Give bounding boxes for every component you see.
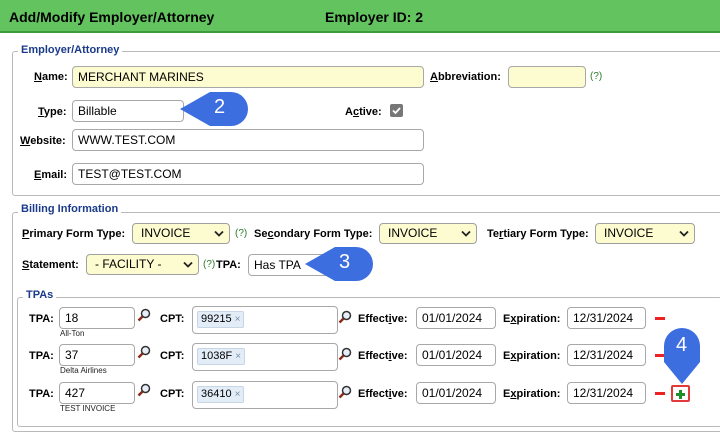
- title-bar: Add/Modify Employer/Attorney Employer ID…: [0, 0, 720, 33]
- cpt-chip: 36410 ×: [197, 386, 245, 403]
- chip-remove-icon[interactable]: ×: [235, 351, 241, 362]
- tpa-row-name: Delta Airlines: [60, 366, 107, 375]
- statement-help-icon[interactable]: (?): [203, 259, 215, 270]
- tertiary-form-type-value: INVOICE: [604, 226, 654, 240]
- primary-help-icon[interactable]: (?): [235, 228, 247, 239]
- active-checkbox[interactable]: [390, 104, 403, 117]
- expiration-field[interactable]: 12/31/2024: [567, 344, 646, 366]
- primary-form-type-value: INVOICE: [141, 226, 191, 240]
- billing-legend: Billing Information: [18, 203, 122, 215]
- tpas-legend: TPAs: [23, 289, 57, 301]
- magnifier-icon[interactable]: [338, 347, 352, 361]
- chip-remove-icon[interactable]: ×: [235, 314, 241, 325]
- tpa-row-name: TEST INVOICE: [60, 404, 116, 413]
- annotation-number-3: 3: [339, 251, 351, 273]
- expiration-field[interactable]: 12/31/2024: [567, 382, 646, 404]
- employer-id: Employer ID: 2: [325, 9, 424, 25]
- secondary-form-type-value: INVOICE: [388, 226, 438, 240]
- tpa-row-field[interactable]: 18: [59, 307, 135, 329]
- cpt-row-label: CPT:: [160, 350, 185, 362]
- type-field[interactable]: Billable: [72, 100, 184, 122]
- cpt-chip-label: 36410: [201, 388, 232, 400]
- cpt-row-label: CPT:: [160, 313, 185, 325]
- abbreviation-field[interactable]: [508, 66, 586, 88]
- effective-label: Effective:: [358, 313, 408, 325]
- effective-field[interactable]: 01/01/2024: [416, 307, 496, 329]
- magnifier-icon[interactable]: [338, 310, 352, 324]
- tpa-row-label: TPA:: [29, 313, 54, 325]
- plus-vertical: [679, 390, 682, 399]
- magnifier-icon[interactable]: [338, 385, 352, 399]
- chevron-down-icon: [183, 261, 193, 268]
- expiration-label: Expiration:: [503, 388, 561, 400]
- email-field[interactable]: TEST@TEST.COM: [72, 163, 424, 185]
- expiration-label: Expiration:: [503, 313, 561, 325]
- name-label: Name:: [34, 71, 68, 83]
- tpa-row-field[interactable]: 427: [59, 382, 135, 404]
- statement-label: Statement:: [22, 259, 79, 271]
- cpt-row-label: CPT:: [160, 388, 185, 400]
- active-label: Active:: [345, 106, 382, 118]
- checkmark-icon: [392, 107, 401, 115]
- abbreviation-help-icon[interactable]: (?): [590, 71, 602, 82]
- expiration-label: Expiration:: [503, 350, 561, 362]
- annotation-number-2: 2: [214, 96, 226, 118]
- type-label: Type:: [38, 106, 67, 118]
- remove-row-minus-icon[interactable]: [655, 317, 665, 320]
- page-title: Add/Modify Employer/Attorney: [9, 9, 215, 25]
- chip-remove-icon[interactable]: ×: [235, 389, 241, 400]
- magnifier-icon[interactable]: [137, 308, 151, 322]
- tertiary-form-type-label: Tertiary Form Type:: [487, 228, 589, 240]
- add-row-plus-icon[interactable]: [671, 385, 690, 402]
- effective-label: Effective:: [358, 350, 408, 362]
- tpa-row-label: TPA:: [29, 350, 54, 362]
- primary-form-type-label: Primary Form Type:: [22, 228, 126, 240]
- email-label: Email:: [34, 169, 68, 181]
- chevron-down-icon: [461, 230, 471, 237]
- tertiary-form-type-select[interactable]: INVOICE: [595, 223, 695, 244]
- employer-legend: Employer/Attorney: [18, 44, 123, 56]
- statement-value: - FACILITY -: [95, 257, 162, 271]
- secondary-form-type-label: Secondary Form Type:: [254, 228, 373, 240]
- chevron-down-icon: [214, 230, 224, 237]
- magnifier-icon[interactable]: [137, 383, 151, 397]
- remove-row-minus-icon[interactable]: [655, 392, 665, 395]
- secondary-form-type-select[interactable]: INVOICE: [379, 223, 477, 244]
- tpa-row-label: TPA:: [29, 388, 54, 400]
- annotation-number-4: 4: [676, 334, 688, 356]
- name-field[interactable]: MERCHANT MARINES: [72, 66, 424, 88]
- cpt-chip: 99215 ×: [197, 311, 245, 328]
- primary-form-type-select[interactable]: INVOICE: [132, 223, 230, 244]
- effective-field[interactable]: 01/01/2024: [416, 344, 496, 366]
- effective-field[interactable]: 01/01/2024: [416, 382, 496, 404]
- effective-label: Effective:: [358, 388, 408, 400]
- cpt-chip-label: 99215: [201, 313, 232, 325]
- tpa-row-field[interactable]: 37: [59, 344, 135, 366]
- website-label: Website:: [20, 135, 66, 147]
- abbreviation-label: Abbreviation:: [430, 71, 501, 83]
- statement-select[interactable]: - FACILITY -: [86, 254, 199, 275]
- expiration-field[interactable]: 12/31/2024: [567, 307, 646, 329]
- cpt-chip-label: 1038F: [201, 350, 233, 362]
- tpa-label: TPA:: [216, 259, 241, 271]
- tpa-row-name: All-Ton: [60, 329, 85, 338]
- chevron-down-icon: [679, 230, 689, 237]
- website-field[interactable]: WWW.TEST.COM: [72, 129, 424, 151]
- cpt-chip: 1038F ×: [197, 348, 246, 365]
- magnifier-icon[interactable]: [137, 345, 151, 359]
